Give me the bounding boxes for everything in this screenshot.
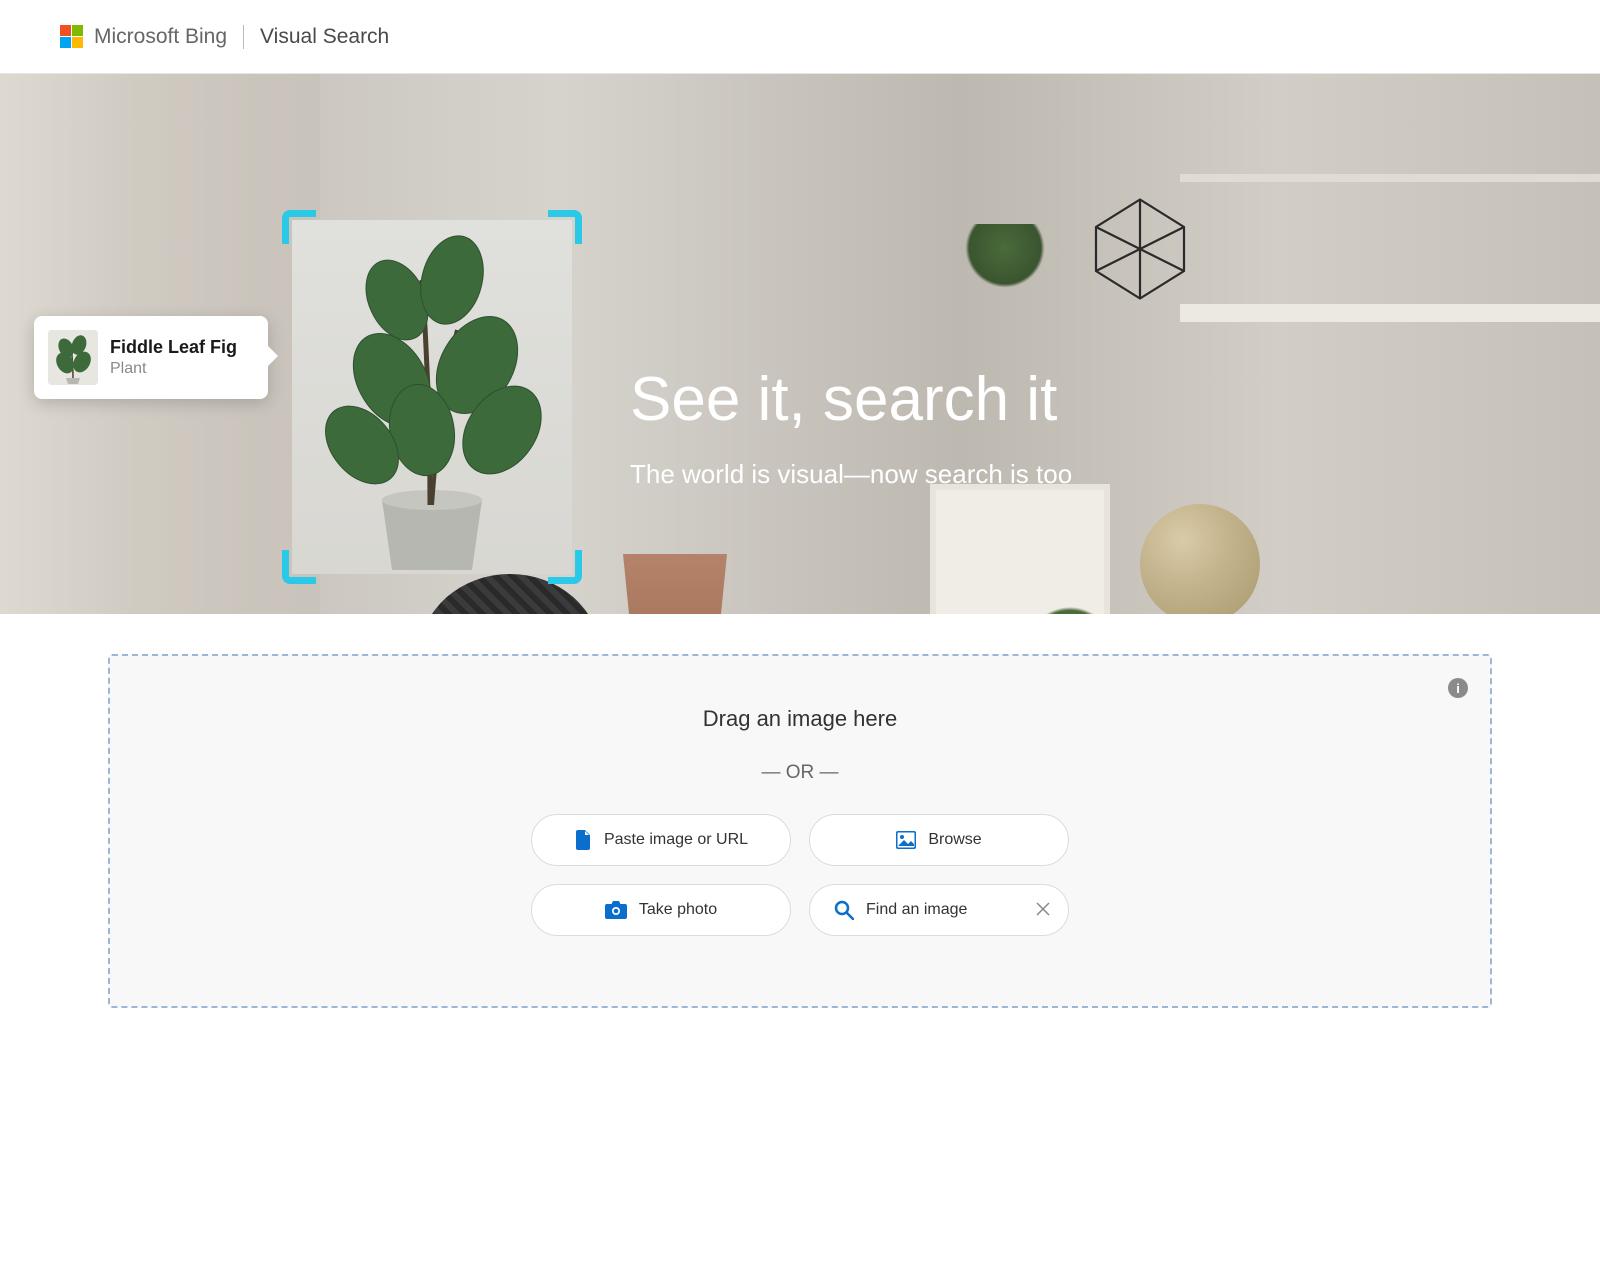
take-photo-button[interactable]: Take photo (531, 884, 791, 936)
hero-headline: See it, search it (630, 364, 1072, 435)
find-image-button[interactable]: Find an image (809, 884, 1069, 936)
crop-corner-tr-icon (548, 210, 582, 244)
info-icon[interactable]: i (1448, 678, 1468, 698)
result-title: Fiddle Leaf Fig (110, 337, 237, 358)
hero-text: See it, search it The world is visual—no… (630, 364, 1072, 490)
detected-object-image (292, 220, 572, 574)
microsoft-logo-icon (60, 25, 84, 49)
clear-icon[interactable] (1036, 900, 1050, 921)
crop-corner-bl-icon (282, 550, 316, 584)
camera-icon (605, 901, 627, 919)
bing-logo-link[interactable]: Microsoft Bing (60, 25, 227, 49)
crop-corner-br-icon (548, 550, 582, 584)
detection-crop-frame (286, 214, 578, 580)
bg-shelf-lower (1180, 304, 1600, 322)
take-photo-button-label: Take photo (639, 901, 717, 919)
bg-terracotta-pot (610, 554, 740, 614)
bg-globe (1140, 504, 1260, 614)
paste-icon (574, 830, 592, 850)
result-thumbnail (48, 330, 98, 385)
browse-button[interactable]: Browse (809, 814, 1069, 866)
bg-plant-shelf (960, 224, 1050, 304)
result-subtitle: Plant (110, 360, 237, 378)
fiddle-leaf-plant-illustration (292, 220, 572, 574)
bg-frame (930, 484, 1110, 614)
bg-geo-decor (1080, 194, 1200, 304)
bg-shelf-upper (1180, 174, 1600, 182)
image-drop-zone[interactable]: i Drag an image here — OR — Paste image … (108, 654, 1492, 1008)
header-divider (243, 25, 244, 49)
paste-image-button[interactable]: Paste image or URL (531, 814, 791, 866)
header-bar: Microsoft Bing Visual Search (0, 0, 1600, 74)
page-title: Visual Search (260, 25, 389, 49)
paste-button-label: Paste image or URL (604, 831, 748, 849)
drop-instruction-label: Drag an image here (150, 706, 1450, 732)
detection-result-card[interactable]: Fiddle Leaf Fig Plant (34, 316, 268, 399)
search-icon (834, 900, 854, 920)
bg-plant-pot (1020, 604, 1120, 614)
crop-corner-tl-icon (282, 210, 316, 244)
find-image-button-label: Find an image (866, 901, 967, 919)
browse-button-label: Browse (928, 831, 981, 849)
brand-label: Microsoft Bing (94, 25, 227, 49)
or-separator: — OR — (150, 762, 1450, 784)
hero-banner: Fiddle Leaf Fig Plant See it, search it … (0, 74, 1600, 614)
upload-section: i Drag an image here — OR — Paste image … (0, 614, 1600, 1008)
image-icon (896, 831, 916, 849)
hero-subheadline: The world is visual—now search is too (630, 459, 1072, 490)
